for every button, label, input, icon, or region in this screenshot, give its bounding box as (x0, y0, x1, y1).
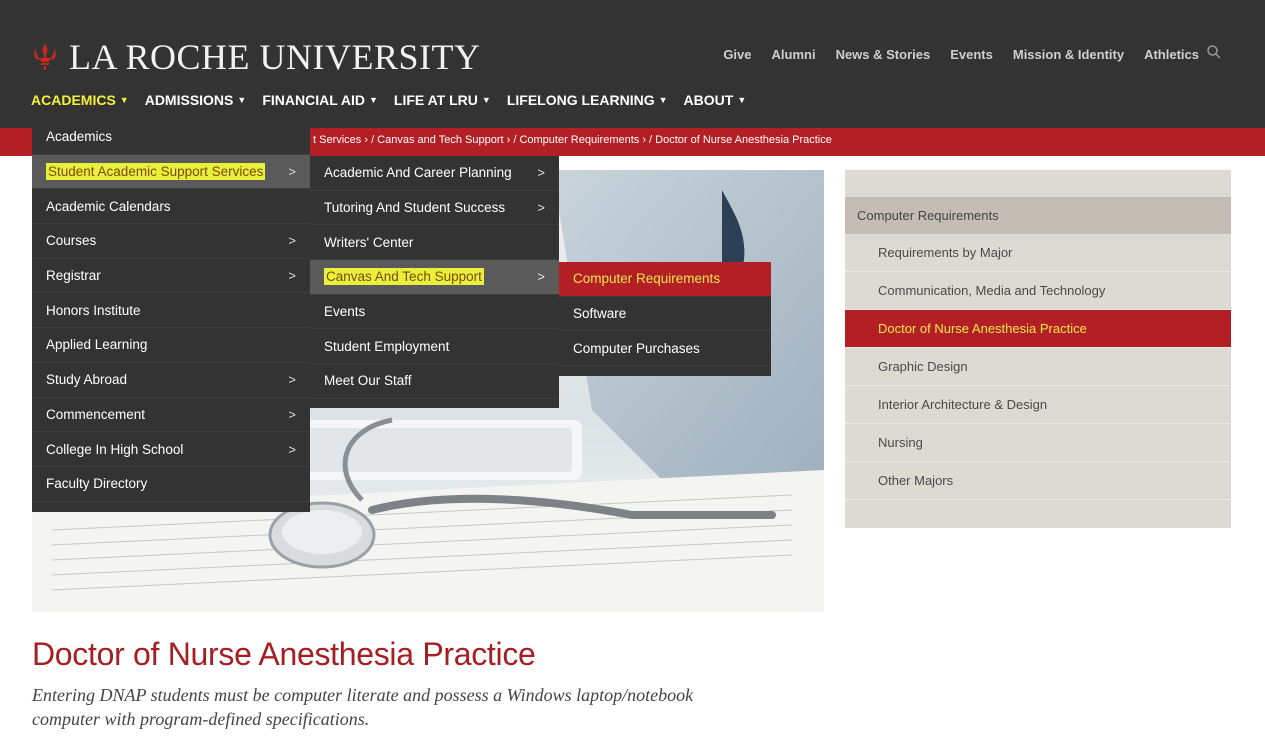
nav-admissions[interactable]: ADMISSIONS ▼ (145, 92, 247, 108)
sidebar-heading[interactable]: Computer Requirements (845, 197, 1231, 234)
caret-down-icon: ▼ (481, 95, 491, 105)
menu-item-registrar[interactable]: Registrar > (32, 259, 310, 294)
main-nav: ACADEMICS ▼ ADMISSIONS ▼ FINANCIAL AID ▼ LI… (31, 92, 762, 108)
menu-item-tutoring[interactable]: Tutoring And Student Success > (310, 191, 559, 226)
utility-link-athletics[interactable]: Athletics (1144, 47, 1199, 62)
sidebar-item-other-majors[interactable]: Other Majors (845, 462, 1231, 500)
section-sidebar: Computer Requirements Requirements by Ma… (845, 170, 1231, 528)
menu-item-meet-our-staff[interactable]: Meet Our Staff (310, 364, 559, 399)
menu-item-academic-calendars[interactable]: Academic Calendars (32, 189, 310, 225)
menu-item-label: Applied Learning (46, 337, 148, 353)
menu-item-label: Meet Our Staff (324, 373, 412, 389)
nav-academics-label: ACADEMICS (31, 92, 116, 108)
menu-item-label: Courses (46, 233, 97, 249)
menu-item-career-planning[interactable]: Academic And Career Planning > (310, 156, 559, 191)
menu-item-label: Academic And Career Planning (324, 165, 512, 181)
menu-item-commencement[interactable]: Commencement > (32, 398, 310, 433)
nav-admissions-label: ADMISSIONS (144, 92, 234, 108)
nav-lifelong-learning[interactable]: LIFELONG LEARNING ▼ (507, 92, 668, 108)
nav-about-label: ABOUT (683, 92, 734, 108)
menu-item-student-employment[interactable]: Student Employment (310, 329, 559, 365)
menu-item-label: Tutoring And Student Success (324, 200, 506, 216)
sidebar-item-interior-architecture[interactable]: Interior Architecture & Design (845, 386, 1231, 424)
chevron-right-icon: > (288, 164, 296, 180)
chevron-right-icon: > (537, 165, 545, 181)
chevron-right-icon: > (537, 269, 545, 285)
menu-item-label: Faculty Directory (46, 476, 148, 492)
nav-academics[interactable]: ACADEMICS ▼ (31, 92, 129, 108)
utility-link-events[interactable]: Events (950, 47, 993, 62)
menu-item-label: Software (573, 306, 627, 322)
menu-item-writers-center[interactable]: Writers' Center (310, 225, 559, 261)
menu-item-label: Canvas And Tech Support (324, 268, 484, 286)
site-name: LA ROCHE UNIVERSITY (69, 37, 481, 77)
menu-item-label: Computer Purchases (573, 340, 700, 356)
canvas-tech-submenu: Computer Requirements Software Computer … (559, 262, 771, 376)
sidebar-item-dnap[interactable]: Doctor of Nurse Anesthesia Practice (845, 310, 1231, 348)
sidebar-item-requirements-by-major[interactable]: Requirements by Major (845, 234, 1231, 272)
utility-link-give[interactable]: Give (723, 47, 751, 62)
chevron-right-icon: > (288, 233, 296, 249)
breadcrumb[interactable]: t Services › / Canvas and Tech Support ›… (313, 134, 832, 146)
menu-item-student-academic-support[interactable]: Student Academic Support Services > (32, 154, 310, 190)
menu-item-label: Academics (46, 129, 113, 145)
menu-item-honors-institute[interactable]: Honors Institute (32, 293, 310, 329)
fleur-de-lis-icon (34, 44, 56, 70)
menu-item-label: Study Abroad (46, 372, 128, 388)
menu-item-label: College In High School (46, 441, 184, 457)
page-title: Doctor of Nurse Anesthesia Practice (32, 636, 536, 672)
support-services-submenu: Academic And Career Planning > Tutoring A… (310, 156, 559, 408)
menu-item-study-abroad[interactable]: Study Abroad > (32, 363, 310, 398)
caret-down-icon: ▼ (119, 95, 129, 105)
menu-item-faculty-directory[interactable]: Faculty Directory (32, 467, 310, 502)
menu-item-canvas-tech-support[interactable]: Canvas And Tech Support > (310, 260, 559, 295)
menu-item-label: Student Employment (324, 338, 450, 354)
menu-item-label: Events (324, 304, 366, 320)
nav-lifelong-learning-label: LIFELONG LEARNING (506, 92, 655, 108)
caret-down-icon: ▼ (658, 95, 668, 105)
menu-item-label: Registrar (46, 268, 101, 284)
menu-item-software[interactable]: Software (559, 297, 771, 332)
menu-item-label: Writers' Center (324, 234, 414, 250)
caret-down-icon: ▼ (737, 95, 747, 105)
nav-financial-aid[interactable]: FINANCIAL AID ▼ (262, 92, 378, 108)
menu-item-college-in-high-school[interactable]: College In High School > (32, 432, 310, 467)
sidebar-item-communication-media[interactable]: Communication, Media and Technology (845, 272, 1231, 310)
menu-item-computer-purchases[interactable]: Computer Purchases (559, 331, 771, 367)
academics-dropdown: Academics Student Academic Support Servi… (32, 120, 310, 512)
nav-about[interactable]: ABOUT ▼ (684, 92, 747, 108)
caret-down-icon: ▼ (237, 95, 247, 105)
chevron-right-icon: > (288, 372, 296, 388)
chevron-right-icon: > (537, 200, 545, 216)
menu-item-label: Honors Institute (46, 302, 141, 318)
menu-item-academics[interactable]: Academics (32, 120, 310, 155)
menu-item-computer-requirements[interactable]: Computer Requirements (559, 262, 771, 297)
page-intro: Entering DNAP students must be computer … (32, 685, 694, 729)
nav-life-at-lru-label: LIFE AT LRU (393, 92, 478, 108)
chevron-right-icon: > (288, 268, 296, 284)
sidebar-item-nursing[interactable]: Nursing (845, 424, 1231, 462)
menu-item-applied-learning[interactable]: Applied Learning (32, 328, 310, 363)
search-icon[interactable] (1206, 44, 1222, 60)
sidebar-item-graphic-design[interactable]: Graphic Design (845, 348, 1231, 386)
utility-link-alumni[interactable]: Alumni (772, 47, 816, 62)
caret-down-icon: ▼ (368, 95, 378, 105)
menu-item-label: Academic Calendars (46, 198, 171, 214)
nav-life-at-lru[interactable]: LIFE AT LRU ▼ (394, 92, 491, 108)
menu-item-courses[interactable]: Courses > (32, 224, 310, 259)
menu-item-label: Commencement (46, 406, 146, 422)
nav-financial-aid-label: FINANCIAL AID (262, 92, 365, 108)
site-logo[interactable]: LA ROCHE UNIVERSITY (33, 36, 481, 78)
utility-link-news[interactable]: News & Stories (836, 47, 931, 62)
chevron-right-icon: > (288, 441, 296, 457)
menu-item-events[interactable]: Events (310, 295, 559, 330)
utility-link-mission[interactable]: Mission & Identity (1013, 47, 1124, 62)
utility-nav: Give Alumni News & Stories Events Missio… (723, 47, 1199, 62)
menu-item-label: Student Academic Support Services (46, 163, 266, 181)
sidebar-list: Requirements by Major Communication, Med… (845, 234, 1231, 500)
chevron-right-icon: > (288, 406, 296, 422)
menu-item-label: Computer Requirements (573, 271, 721, 287)
site-header: LA ROCHE UNIVERSITY Give Alumni News & S… (0, 0, 1265, 128)
